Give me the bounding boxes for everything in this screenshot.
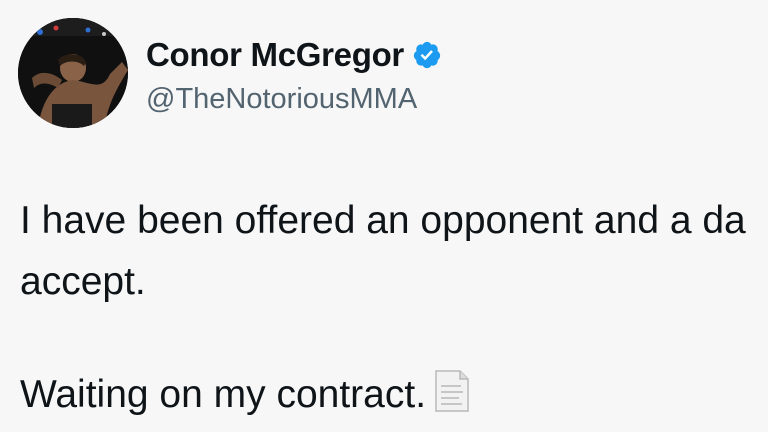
tweet-text-line-3: Waiting on my contract.	[20, 364, 768, 425]
user-handle[interactable]: @TheNotoriousMMA	[146, 83, 417, 116]
verified-badge-icon	[412, 40, 442, 70]
tweet-card: Conor McGregor @TheNotoriousMMA I have b…	[0, 0, 768, 432]
avatar-photo-icon	[18, 18, 128, 128]
display-name[interactable]: Conor McGregor	[146, 36, 404, 74]
name-row: Conor McGregor	[146, 36, 442, 74]
tweet-text-line-2: accept.	[20, 260, 146, 303]
tweet-text: I have been offered an opponent and a da…	[20, 190, 768, 425]
tweet-text-line-1: I have been offered an opponent and a da	[20, 199, 746, 242]
tweet-text-line-3-content: Waiting on my contract.	[20, 373, 427, 416]
avatar[interactable]	[18, 18, 128, 128]
page-facing-up-icon	[432, 369, 472, 413]
